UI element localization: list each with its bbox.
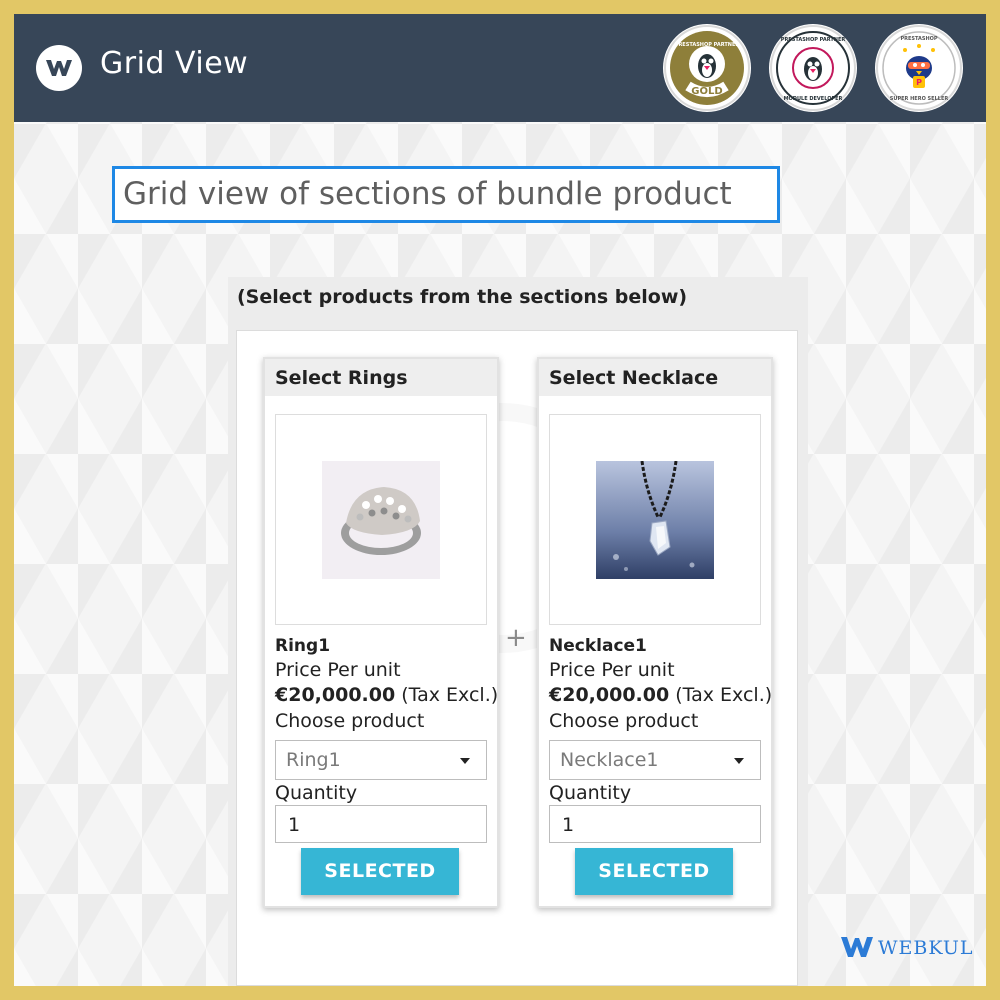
dev-badge-bottom-text: MODULE DEVELOPER xyxy=(784,96,843,102)
hero-badge-top-text: PRESTASHOP xyxy=(900,36,937,42)
plus-separator: + xyxy=(505,623,527,653)
prestashop-partner-module-developer-badge: PRESTASHOP PARTNER MODULE DEVELOPER xyxy=(769,24,857,112)
quantity-label: Quantity xyxy=(275,782,358,804)
page-frame: Grid View GOLD PRESTASHOP PARTNER PRESTA… xyxy=(14,14,986,986)
svg-text:P: P xyxy=(916,78,922,87)
selected-option: Ring1 xyxy=(286,749,341,771)
choose-product-label: Choose product xyxy=(549,710,699,732)
hero-badge-bottom-text: SUPER HERO SELLER xyxy=(890,96,949,102)
prestashop-super-hero-seller-badge: P PRESTASHOP SUPER HERO SELLER xyxy=(875,24,963,112)
page-title: Grid View xyxy=(100,46,249,81)
selected-button-label: SELECTED xyxy=(598,860,710,882)
tax-note: (Tax Excl.) xyxy=(401,684,499,706)
webkul-w-icon xyxy=(841,937,873,957)
quantity-value: 1 xyxy=(288,814,301,836)
section-title: Select Rings xyxy=(275,367,408,389)
quantity-label: Quantity xyxy=(549,782,632,804)
gold-badge-top-text: PRESTASHOP PARTNER xyxy=(675,42,740,48)
quantity-value: 1 xyxy=(562,814,575,836)
selected-button[interactable]: SELECTED xyxy=(301,848,459,895)
choose-product-label: Choose product xyxy=(275,710,425,732)
necklace-image xyxy=(596,461,714,579)
price-value: €20,000.00 xyxy=(549,684,670,706)
product-select-dropdown[interactable]: Ring1 xyxy=(275,740,487,780)
product-name: Ring1 xyxy=(275,636,331,656)
caret-down-icon xyxy=(460,758,470,764)
quantity-input[interactable]: 1 xyxy=(549,805,761,843)
product-image-ring[interactable] xyxy=(275,414,487,625)
price-line: €20,000.00 (Tax Excl.) xyxy=(549,684,772,706)
webkul-logo-icon xyxy=(36,45,82,91)
caption-text: Grid view of sections of bundle product xyxy=(123,176,732,212)
section-title: Select Necklace xyxy=(549,367,719,389)
section-header: Select Rings xyxy=(265,359,497,396)
section-rings: Select Rings Ring1 Price Per unit €20,00… xyxy=(263,357,499,908)
caret-down-icon xyxy=(734,758,744,764)
brand-name: WEBKUL xyxy=(878,937,974,959)
tax-note: (Tax Excl.) xyxy=(675,684,773,706)
section-necklace: Select Necklace Necklace1 Price Per unit… xyxy=(537,357,773,908)
panel-instruction: (Select products from the sections below… xyxy=(237,286,688,308)
prestashop-partner-gold-badge: GOLD PRESTASHOP PARTNER xyxy=(663,24,751,112)
ring-image xyxy=(322,461,440,579)
product-image-necklace[interactable] xyxy=(549,414,761,625)
selected-button[interactable]: SELECTED xyxy=(575,848,733,895)
price-value: €20,000.00 xyxy=(275,684,396,706)
section-header: Select Necklace xyxy=(539,359,771,396)
sections-container: Select Rings Ring1 Price Per unit €20,00… xyxy=(236,330,798,986)
caption-box: Grid view of sections of bundle product xyxy=(112,166,780,223)
price-label: Price Per unit xyxy=(275,659,401,681)
quantity-input[interactable]: 1 xyxy=(275,805,487,843)
selected-option: Necklace1 xyxy=(560,749,659,771)
gold-badge-label: GOLD xyxy=(691,86,722,97)
price-label: Price Per unit xyxy=(549,659,675,681)
bundle-panel: (Select products from the sections below… xyxy=(228,277,808,986)
dev-badge-top-text: PRESTASHOP PARTNER xyxy=(781,37,846,43)
selected-button-label: SELECTED xyxy=(324,860,436,882)
product-name: Necklace1 xyxy=(549,636,647,656)
header-bar: Grid View GOLD PRESTASHOP PARTNER PRESTA… xyxy=(14,14,986,122)
product-select-dropdown[interactable]: Necklace1 xyxy=(549,740,761,780)
price-line: €20,000.00 (Tax Excl.) xyxy=(275,684,498,706)
